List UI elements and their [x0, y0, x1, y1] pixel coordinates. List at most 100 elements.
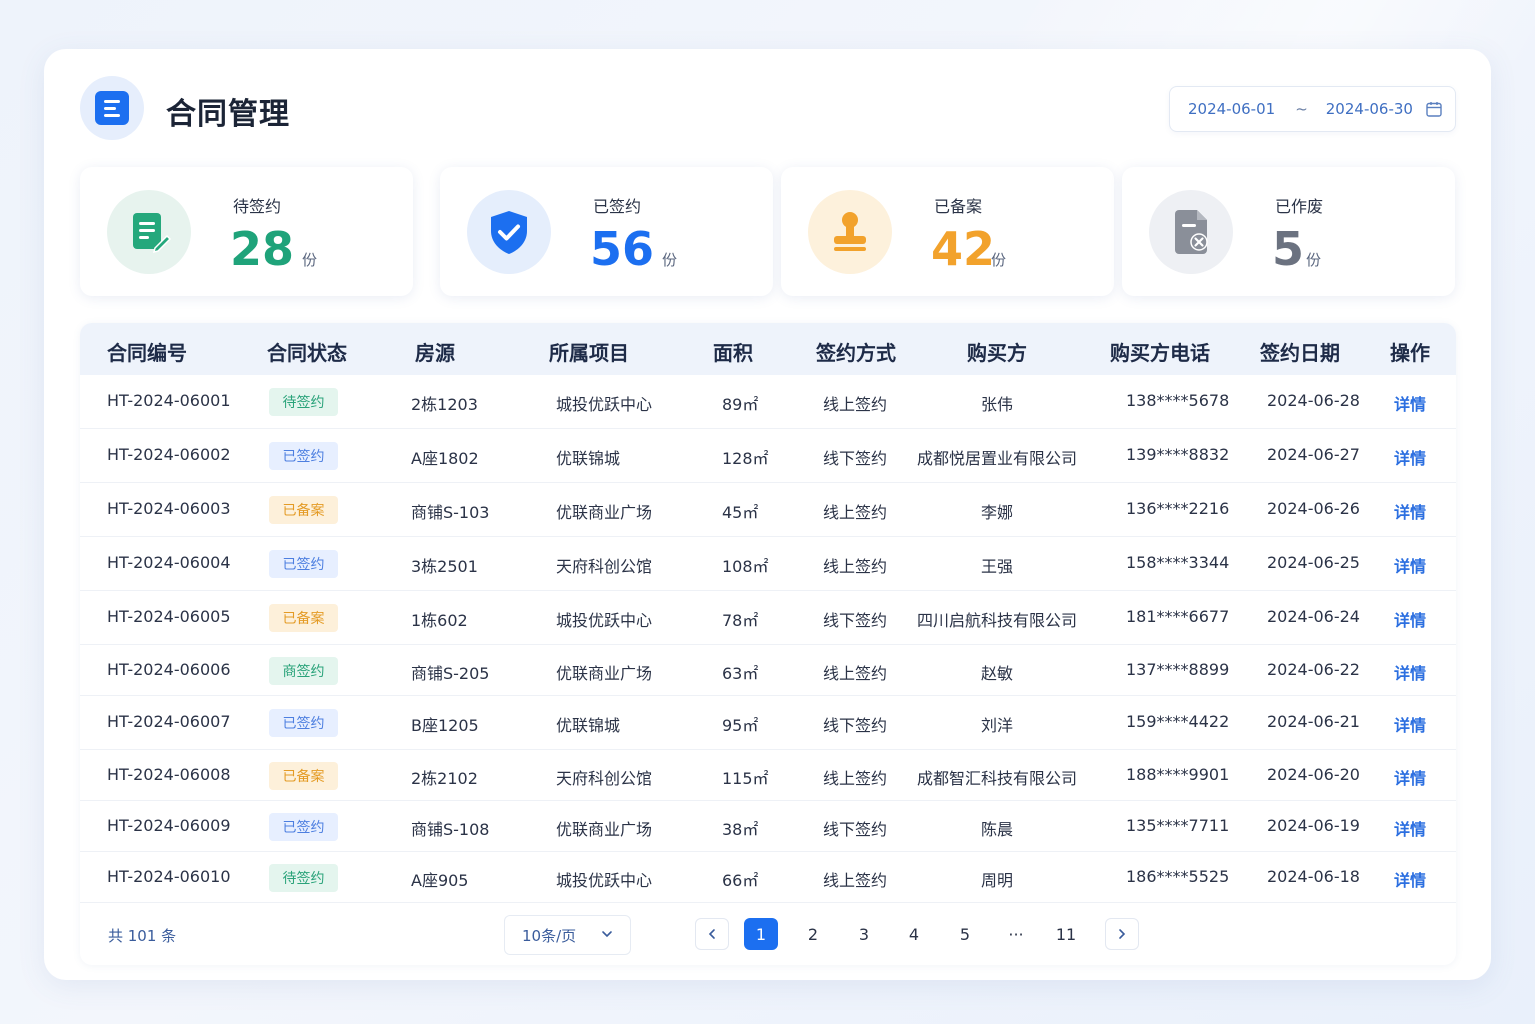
cell-area: 108㎡: [722, 557, 769, 576]
page-size-value[interactable]: 10条/页: [522, 925, 576, 946]
table-row[interactable]: HT-2024-06003 商铺S-103 优联商业广场 45㎡ 线上签约 李娜 136**…: [80, 483, 1456, 537]
detail-link[interactable]: 详情: [1394, 445, 1426, 469]
cell-buyer-phone: 181****6677: [1126, 607, 1230, 626]
detail-link[interactable]: 详情: [1394, 499, 1426, 523]
stat-card-signed[interactable]: 已签约 56 份: [440, 167, 773, 296]
cell-project: 城投优跃中心: [556, 611, 653, 630]
page-button-2[interactable]: 2: [796, 918, 830, 950]
detail-link[interactable]: 详情: [1394, 391, 1426, 415]
cell-sign-date: 2024-06-18: [1267, 866, 1360, 886]
stat-card-pending[interactable]: 待签约 28 份: [80, 167, 413, 296]
stat-card-filed[interactable]: 已备案 42 份: [781, 167, 1114, 296]
detail-link[interactable]: 详情: [1394, 765, 1426, 789]
cell-buyer: 张伟: [980, 395, 1014, 414]
cell-contract-id: HT-2024-06009: [107, 815, 231, 835]
detail-link[interactable]: 详情: [1394, 816, 1426, 840]
cell-sign-method: 线上签约: [823, 395, 888, 414]
cell-area: 89㎡: [722, 395, 759, 414]
page-button-3[interactable]: 3: [847, 918, 881, 950]
cell-buyer-phone: 136****2216: [1126, 499, 1230, 518]
cell-project: 天府科创公馆: [556, 557, 653, 576]
table-row[interactable]: HT-2024-06005 1栋602 城投优跃中心 78㎡ 线下签约 四川启航科技有限公…: [80, 591, 1456, 645]
cell-house: 1栋602: [411, 611, 468, 630]
page-title: 合同管理: [166, 97, 290, 132]
cell-buyer-phone: 139****8832: [1126, 445, 1230, 464]
table-row[interactable]: HT-2024-06010 A座905 城投优跃中心 66㎡ 线上签约 周明 186****…: [80, 852, 1456, 903]
date-end[interactable]: 2024-06-30: [1326, 100, 1413, 118]
table-row[interactable]: HT-2024-06001 2栋1203 城投优跃中心 89㎡ 线上签约 张伟 138***…: [80, 375, 1456, 429]
cell-buyer: 四川启航科技有限公司: [916, 611, 1078, 630]
header-contract-id[interactable]: 合同编号: [107, 337, 187, 366]
detail-link[interactable]: 详情: [1394, 607, 1426, 631]
cell-buyer-phone: 135****7711: [1126, 815, 1230, 835]
cell-house: 2栋2102: [411, 768, 478, 788]
cell-project: 优联商业广场: [556, 503, 653, 522]
cell-buyer: 王强: [980, 557, 1014, 576]
cell-area: 45㎡: [722, 503, 759, 522]
table-row[interactable]: HT-2024-06002 A座1802 优联锦城 128㎡ 线下签约 成都悦居置业有限公…: [80, 429, 1456, 483]
prev-page-button[interactable]: [695, 918, 729, 950]
cell-sign-method: 线下签约: [823, 716, 888, 735]
table-row[interactable]: HT-2024-06007 B座1205 优联锦城 95㎡ 线下签约 刘洋 159****4…: [80, 696, 1456, 750]
stat-value: 28: [230, 222, 295, 276]
header-sign-method[interactable]: 签约方式: [816, 337, 896, 366]
page-button-1[interactable]: 1: [744, 918, 778, 950]
cell-sign-method: 线下签约: [823, 611, 888, 630]
cell-contract-id: HT-2024-06004: [107, 553, 231, 572]
table-row[interactable]: HT-2024-06008 2栋2102 天府科创公馆 115㎡ 线上签约 成都智汇科技有…: [80, 750, 1456, 801]
detail-link[interactable]: 详情: [1394, 712, 1426, 736]
cell-sign-date: 2024-06-19: [1267, 815, 1360, 835]
app-logo: [80, 76, 144, 140]
stat-card-void[interactable]: 已作废 5 份: [1122, 167, 1455, 296]
cell-area: 63㎡: [722, 663, 759, 683]
status-badge: 商签约: [269, 656, 338, 685]
chevron-left-icon[interactable]: [706, 928, 718, 940]
date-separator: ~: [1295, 100, 1308, 118]
detail-link[interactable]: 详情: [1394, 660, 1426, 684]
page-ellipsis[interactable]: ···: [999, 918, 1033, 950]
header-status[interactable]: 合同状态: [267, 337, 347, 366]
header-area[interactable]: 面积: [713, 337, 753, 366]
date-range-picker[interactable]: 2024-06-01 ~ 2024-06-30: [1169, 86, 1456, 132]
cell-buyer-phone: 158****3344: [1126, 553, 1230, 572]
stat-unit: 份: [662, 251, 678, 269]
detail-link[interactable]: 详情: [1394, 553, 1426, 577]
page-button-4[interactable]: 4: [897, 918, 931, 950]
stamp-icon: [808, 190, 892, 274]
cell-area: 115㎡: [722, 768, 769, 788]
date-start[interactable]: 2024-06-01: [1188, 100, 1275, 118]
detail-link[interactable]: 详情: [1394, 867, 1426, 891]
chevron-down-icon[interactable]: [600, 927, 614, 941]
chevron-right-icon[interactable]: [1116, 928, 1128, 940]
header-sign-date[interactable]: 签约日期: [1260, 337, 1340, 366]
header-action: 操作: [1390, 341, 1430, 365]
void-document-icon: [1149, 190, 1233, 274]
status-badge: 已备案: [269, 604, 338, 632]
next-page-button[interactable]: [1105, 918, 1139, 950]
table-row[interactable]: HT-2024-06006 商铺S-205 优联商业广场 63㎡ 线上签约 赵敏 137**…: [80, 645, 1456, 696]
stat-unit: 份: [1306, 251, 1322, 269]
cell-contract-id: HT-2024-06010: [107, 866, 231, 886]
total-count: 共 101 条: [108, 927, 177, 945]
cell-area: 95㎡: [722, 716, 759, 735]
cell-buyer: 赵敏: [980, 663, 1014, 683]
page-button-5[interactable]: 5: [948, 918, 982, 950]
status-badge: 已签约: [269, 709, 338, 737]
cell-area: 38㎡: [722, 819, 759, 839]
cell-house: 3栋2501: [411, 557, 478, 576]
stat-label: 已作废: [1275, 197, 1324, 216]
cell-buyer: 陈晨: [980, 819, 1014, 839]
calendar-icon[interactable]: [1425, 100, 1443, 118]
status-badge: 已签约: [269, 812, 338, 841]
header-buyer[interactable]: 购买方: [967, 337, 1027, 366]
stat-unit: 份: [991, 251, 1007, 269]
cell-project: 优联锦城: [556, 449, 621, 468]
cell-sign-method: 线上签约: [823, 768, 888, 788]
header-project[interactable]: 所属项目: [549, 337, 629, 366]
page-size-select[interactable]: 10条/页: [504, 915, 631, 955]
table-row[interactable]: HT-2024-06009 商铺S-108 优联商业广场 38㎡ 线下签约 陈晨 135**…: [80, 801, 1456, 852]
header-house[interactable]: 房源: [415, 337, 455, 366]
header-buyer-phone[interactable]: 购买方电话: [1110, 337, 1210, 366]
page-button-11[interactable]: 11: [1049, 918, 1083, 950]
table-row[interactable]: HT-2024-06004 3栋2501 天府科创公馆 108㎡ 线上签约 王强 158**…: [80, 537, 1456, 591]
